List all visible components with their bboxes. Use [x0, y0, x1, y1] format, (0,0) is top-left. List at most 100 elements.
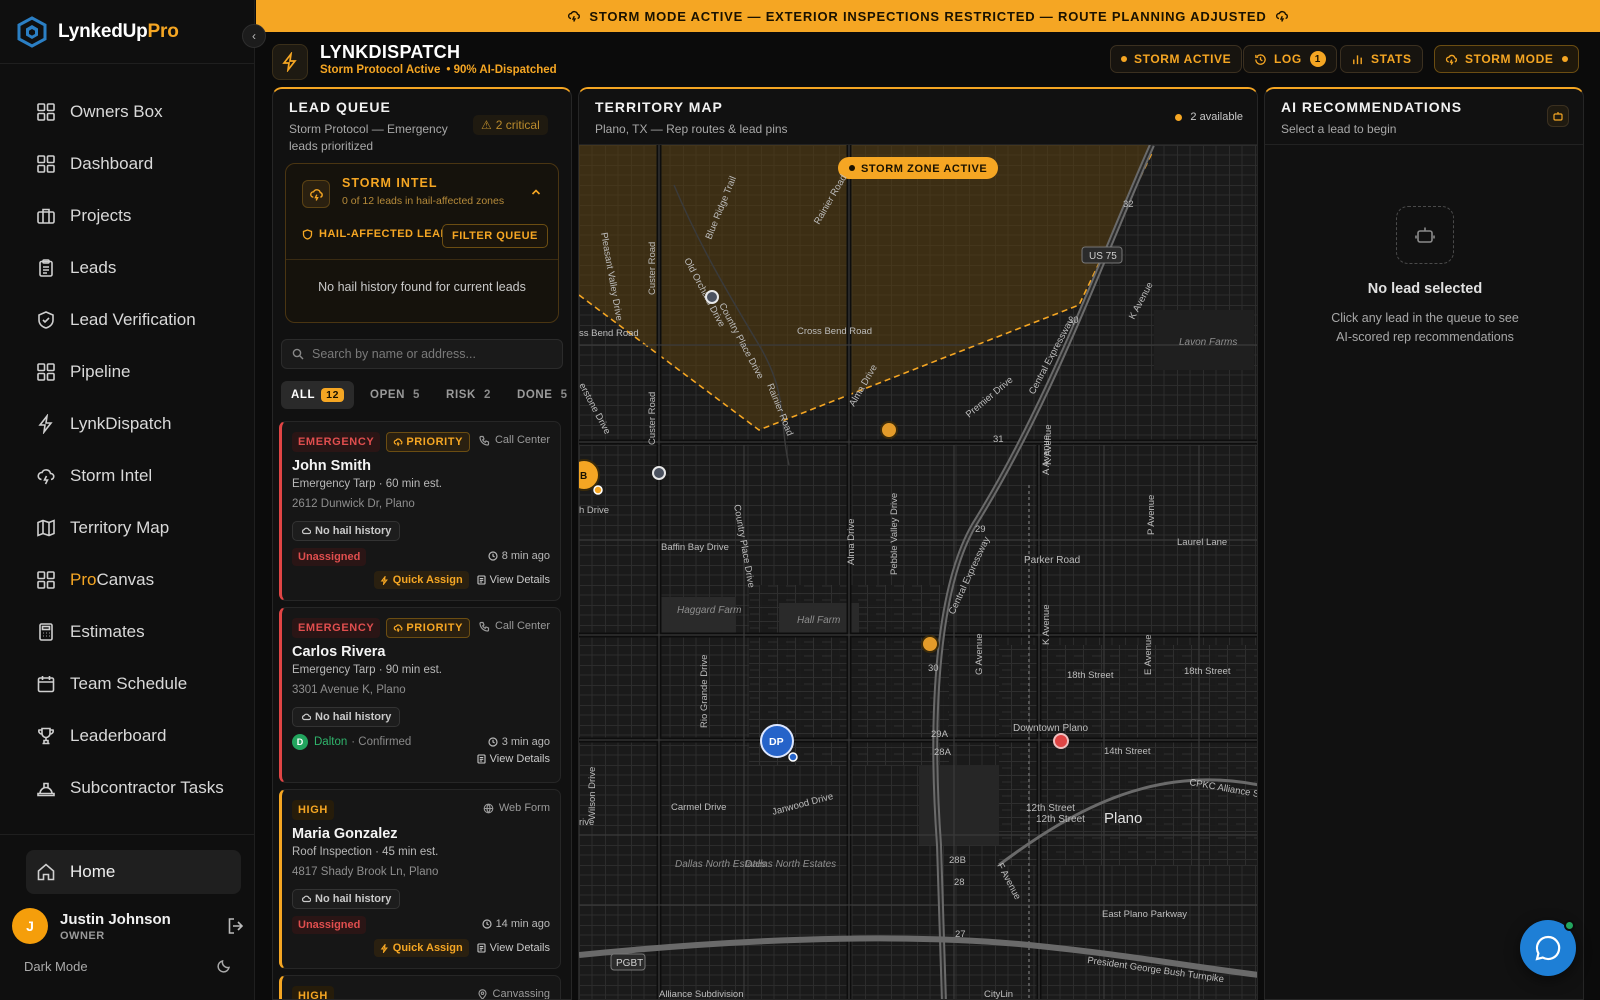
- lead-card[interactable]: EMERGENCY PRIORITY Call Center John Smit…: [279, 421, 561, 601]
- robot-icon: [1415, 227, 1435, 243]
- calculator-icon: [39, 623, 53, 641]
- map-header: TERRITORY MAP Plano, TX — Rep routes & l…: [579, 89, 1257, 145]
- street-label: CityLin: [984, 989, 1013, 1000]
- critical-badge[interactable]: ⚠ 2 critical: [473, 115, 548, 135]
- priority-badge: PRIORITY: [386, 618, 471, 638]
- shield-icon: [302, 228, 313, 240]
- sidebar-item-storm-intel[interactable]: Storm Intel: [0, 450, 254, 502]
- sidebar-item-territory-map[interactable]: Territory Map: [0, 502, 254, 554]
- user-profile[interactable]: J Justin Johnson OWNER: [12, 906, 254, 946]
- log-button[interactable]: LOG 1: [1243, 45, 1337, 73]
- sidebar-item-lead-verification[interactable]: Lead Verification: [0, 294, 254, 346]
- logout-icon[interactable]: [226, 916, 246, 936]
- quick-assign-button[interactable]: Quick Assign: [373, 939, 469, 957]
- tab-done[interactable]: DONE 5: [507, 381, 571, 409]
- sidebar-item-projects[interactable]: Projects: [0, 190, 254, 242]
- lead-card[interactable]: HIGH Canvassing: [279, 975, 561, 999]
- lead-card[interactable]: HIGH Web Form Maria Gonzalez Roof Inspec…: [279, 789, 561, 969]
- sidebar-item-team-schedule[interactable]: Team Schedule: [0, 658, 254, 710]
- rep-avatar: D: [292, 734, 308, 750]
- territory-map[interactable]: STORM ZONE ACTIVE Blue Ridge Trail Raini…: [579, 145, 1258, 1000]
- lead-job: Emergency Tarp · 60 min est.: [292, 478, 442, 490]
- status-dot: [849, 165, 855, 171]
- sidebar-item-subcontractor-tasks[interactable]: Subcontractor Tasks: [0, 762, 254, 814]
- lead-card[interactable]: EMERGENCY PRIORITY Call Center Carlos Ri…: [279, 607, 561, 783]
- cloud-lightning-icon: [394, 438, 403, 447]
- clock-icon: [481, 919, 492, 929]
- lead-time: 3 min ago: [488, 736, 550, 748]
- rep-status-dot: [593, 485, 603, 495]
- dispatch-logo: [272, 44, 308, 80]
- logo[interactable]: LynkedUpPro: [0, 0, 254, 64]
- street-label: 12th Street: [1036, 814, 1085, 825]
- street-label: 27: [955, 929, 966, 940]
- sidebar-item-leads[interactable]: Leads: [0, 242, 254, 294]
- storm-mode-button[interactable]: STORM MODE: [1434, 45, 1580, 73]
- lead-name: John Smith: [292, 458, 371, 474]
- chevron-up-icon[interactable]: [530, 186, 542, 198]
- lead-address: 2612 Dunwick Dr, Plano: [292, 498, 415, 510]
- lead-pin-emergency[interactable]: [1053, 733, 1069, 749]
- street-label: Parker Road: [1024, 555, 1080, 566]
- stats-button[interactable]: STATS: [1340, 45, 1423, 73]
- street-label: Custer Road: [647, 392, 658, 445]
- sidebar-item-lynkdispatch[interactable]: LynkDispatch: [0, 398, 254, 450]
- view-details-button[interactable]: View Details: [477, 574, 550, 586]
- street-label: 14th Street: [1104, 746, 1151, 757]
- search-input[interactable]: [312, 347, 552, 361]
- street-label: h Drive: [579, 505, 609, 516]
- home-icon: [37, 863, 55, 881]
- lead-source: Call Center: [479, 620, 550, 632]
- sidebar-item-label: Subcontractor Tasks: [70, 778, 224, 797]
- storm-active-badge[interactable]: STORM ACTIVE: [1110, 45, 1243, 73]
- sidebar-item-leaderboard[interactable]: Leaderboard: [0, 710, 254, 762]
- sidebar-item-dashboard[interactable]: Dashboard: [0, 138, 254, 190]
- tab-open[interactable]: OPEN 5: [360, 381, 430, 409]
- quick-assign-button[interactable]: Quick Assign: [373, 571, 469, 589]
- status-dot: [1121, 56, 1127, 62]
- place-label: Lavon Farms: [1179, 337, 1237, 348]
- sidebar-item-label: LynkDispatch: [70, 414, 172, 433]
- document-icon: [477, 754, 486, 764]
- lead-queue-title: LEAD QUEUE: [289, 99, 391, 115]
- view-details-button[interactable]: View Details: [477, 942, 550, 954]
- status-dot: [1175, 113, 1183, 121]
- phone-icon: [479, 621, 490, 632]
- storm-intel-title: STORM INTEL: [342, 176, 438, 190]
- sidebar-item-owners-box[interactable]: Owners Box: [0, 86, 254, 138]
- sidebar-item-procanvas[interactable]: ProCanvas: [0, 554, 254, 606]
- sidebar-item-home[interactable]: Home: [26, 850, 241, 894]
- banner-text: STORM MODE ACTIVE — EXTERIOR INSPECTIONS…: [589, 8, 1267, 24]
- tab-risk[interactable]: RISK 2: [436, 381, 501, 409]
- moon-icon: [217, 960, 230, 973]
- sidebar-item-estimates[interactable]: Estimates: [0, 606, 254, 658]
- lead-queue-panel: LEAD QUEUE Storm Protocol — Emergency le…: [272, 87, 572, 1000]
- collapse-sidebar-button[interactable]: ‹: [242, 24, 266, 48]
- lead-search[interactable]: [281, 339, 563, 369]
- shield-check-icon: [38, 311, 54, 329]
- view-details-button[interactable]: View Details: [477, 753, 550, 765]
- lead-pin-storm[interactable]: [880, 421, 898, 439]
- dark-mode-toggle[interactable]: Dark Mode: [24, 956, 254, 976]
- filter-queue-button[interactable]: FILTER QUEUE: [442, 224, 548, 248]
- hail-history-badge: No hail history: [292, 521, 401, 541]
- ai-settings-button[interactable]: [1547, 105, 1569, 127]
- sidebar-item-pipeline[interactable]: Pipeline: [0, 346, 254, 398]
- ai-recommendations-panel: AI RECOMMENDATIONS Select a lead to begi…: [1264, 87, 1584, 1000]
- lead-pin[interactable]: [705, 290, 719, 304]
- online-status-dot: [1564, 920, 1575, 931]
- cloud-lightning-icon: [568, 10, 581, 22]
- city-label-plano: Plano: [1104, 810, 1142, 827]
- briefcase-icon: [37, 208, 55, 224]
- sidebar-item-label: Projects: [70, 206, 132, 225]
- lead-pin[interactable]: [652, 466, 666, 480]
- document-icon: [477, 943, 486, 953]
- assigned-rep[interactable]: D Dalton · Confirmed: [292, 734, 411, 750]
- divider: [286, 259, 558, 260]
- tab-all[interactable]: ALL 12: [281, 381, 355, 409]
- street-label: 29A: [931, 729, 949, 740]
- storm-intel-subtitle: 0 of 12 leads in hail-affected zones: [342, 195, 505, 207]
- clock-icon: [488, 737, 498, 747]
- lead-pin-storm[interactable]: [921, 635, 939, 653]
- park-haggard: [661, 597, 736, 635]
